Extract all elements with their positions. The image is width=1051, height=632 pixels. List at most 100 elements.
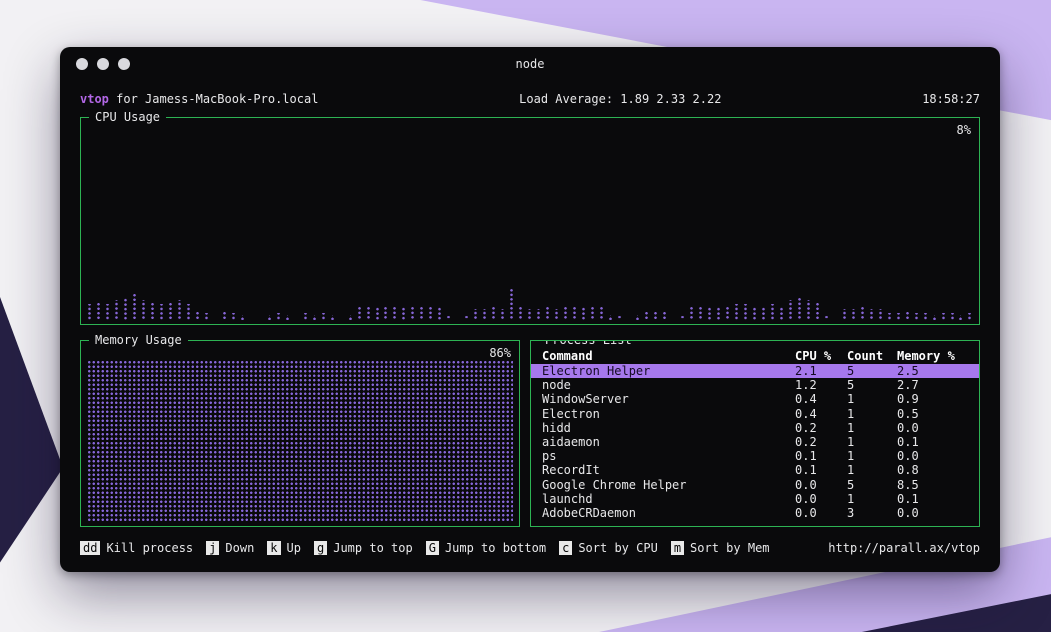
- cpu-chart-column: [779, 306, 784, 320]
- mid-row: Memory Usage 86% Process List Command CP…: [80, 340, 980, 527]
- cpu-chart-column: [159, 304, 164, 320]
- cpu-chart-column: [168, 302, 173, 320]
- cpu-chart-column: [545, 307, 550, 320]
- memory-usage-value: 86%: [489, 346, 511, 360]
- host-label: vtop for Jamess-MacBook-Pro.local: [80, 92, 318, 106]
- cpu-chart-column: [357, 307, 362, 320]
- cpu-chart-column: [572, 307, 577, 320]
- cpu-chart-column: [950, 313, 955, 320]
- cpu-usage-title: CPU Usage: [89, 110, 166, 124]
- traffic-light-zoom[interactable]: [118, 58, 130, 70]
- cpu-chart-column: [437, 306, 442, 320]
- col-command: Command: [542, 349, 795, 364]
- col-cpu: CPU %: [795, 349, 847, 364]
- memory-usage-title: Memory Usage: [89, 333, 188, 347]
- cpu-chart-column: [662, 311, 667, 320]
- cpu-usage-value: 8%: [957, 123, 971, 137]
- cpu-usage-panel: CPU Usage 8%: [80, 117, 980, 325]
- cpu-chart-column: [518, 307, 523, 320]
- cpu-chart-column: [554, 309, 559, 320]
- window-title: node: [516, 57, 545, 71]
- cpu-chart-column: [482, 309, 487, 320]
- process-row[interactable]: ps0.110.0: [531, 449, 979, 463]
- clock: 18:58:27: [922, 92, 980, 106]
- process-row[interactable]: aidaemon0.210.1: [531, 435, 979, 449]
- cpu-chart-column: [177, 300, 182, 320]
- process-row[interactable]: hidd0.210.0: [531, 421, 979, 435]
- cpu-chart-column: [536, 309, 541, 320]
- process-row[interactable]: AdobeCRDaemon0.030.0: [531, 506, 979, 520]
- process-row[interactable]: Google Chrome Helper0.058.5: [531, 478, 979, 492]
- cpu-chart-column: [428, 307, 433, 320]
- cpu-chart-column: [123, 297, 128, 320]
- cpu-chart-column: [303, 313, 308, 320]
- shortcut-label: Up: [287, 541, 301, 555]
- cpu-chart-column: [707, 306, 712, 320]
- cpu-chart-column: [680, 316, 685, 320]
- cpu-chart-column: [869, 309, 874, 320]
- process-list-title: Process List: [539, 340, 638, 347]
- cpu-chart-column: [806, 300, 811, 320]
- cpu-chart-column: [770, 304, 775, 320]
- shortcut-c: cSort by CPU: [559, 541, 658, 555]
- cpu-chart-column: [752, 306, 757, 320]
- cpu-chart-column: [446, 316, 451, 320]
- cpu-chart-column: [824, 316, 829, 320]
- process-row-selected[interactable]: Electron Helper2.152.5: [531, 364, 979, 378]
- shortcut-k: k Up: [267, 541, 301, 555]
- cpu-chart-column: [563, 307, 568, 320]
- cpu-chart-column: [240, 315, 245, 320]
- cpu-chart-column: [132, 293, 137, 320]
- process-list-panel: Process List Command CPU % Count Memory …: [530, 340, 980, 527]
- cpu-chart-column: [87, 304, 92, 320]
- traffic-lights: [76, 47, 130, 81]
- shortcut-key: dd: [80, 541, 100, 555]
- cpu-chart-column: [860, 307, 865, 320]
- cpu-chart-column: [743, 304, 748, 320]
- cpu-chart-column: [608, 315, 613, 320]
- cpu-chart-column: [842, 309, 847, 320]
- cpu-chart-column: [401, 306, 406, 320]
- shortcut-label: Kill process: [106, 541, 193, 555]
- process-row[interactable]: RecordIt0.110.8: [531, 463, 979, 477]
- cpu-chart-column: [734, 304, 739, 320]
- cpu-chart-column: [204, 313, 209, 320]
- cpu-chart-column: [878, 309, 883, 320]
- cpu-chart-column: [914, 313, 919, 320]
- cpu-chart-column: [321, 313, 326, 320]
- window-titlebar: node: [60, 47, 1000, 81]
- footer-shortcuts-bar: dd Kill process jDownk Up gJump to top G Jump …: [80, 539, 980, 556]
- shortcut-key: g: [314, 541, 327, 555]
- cpu-chart-column: [267, 315, 272, 320]
- process-row[interactable]: node1.252.7: [531, 378, 979, 392]
- cpu-chart-column: [195, 311, 200, 320]
- cpu-chart-column: [653, 311, 658, 320]
- shortcut-key: j: [206, 541, 219, 555]
- traffic-light-close[interactable]: [76, 58, 88, 70]
- cpu-chart-column: [473, 309, 478, 320]
- cpu-chart-column: [967, 313, 972, 320]
- shortcut-key: k: [267, 541, 280, 555]
- shortcut-label: Jump to bottom: [445, 541, 546, 555]
- cpu-chart-column: [500, 309, 505, 320]
- process-row[interactable]: Electron0.410.5: [531, 407, 979, 421]
- cpu-chart-column: [698, 307, 703, 320]
- cpu-chart-column: [725, 307, 730, 320]
- cpu-chart-column: [419, 307, 424, 320]
- cpu-chart-column: [932, 315, 937, 320]
- cpu-chart-column: [383, 307, 388, 320]
- process-row[interactable]: launchd0.010.1: [531, 492, 979, 506]
- process-row[interactable]: WindowServer0.410.9: [531, 392, 979, 406]
- shortcut-m: mSort by Mem: [671, 541, 770, 555]
- host-suffix: for Jamess-MacBook-Pro.local: [109, 92, 319, 106]
- footer-shortcuts: dd Kill process jDownk Up gJump to top G Jump …: [80, 541, 770, 555]
- traffic-light-minimize[interactable]: [97, 58, 109, 70]
- cpu-chart-column: [348, 315, 353, 320]
- shortcut-j: jDown: [206, 541, 254, 555]
- cpu-chart-column: [410, 307, 415, 320]
- shortcut-key: G: [426, 541, 439, 555]
- shortcut-label: Sort by Mem: [690, 541, 769, 555]
- shortcut-key: c: [559, 541, 572, 555]
- cpu-chart-column: [617, 316, 622, 320]
- shortcut-g: gJump to top: [314, 541, 413, 555]
